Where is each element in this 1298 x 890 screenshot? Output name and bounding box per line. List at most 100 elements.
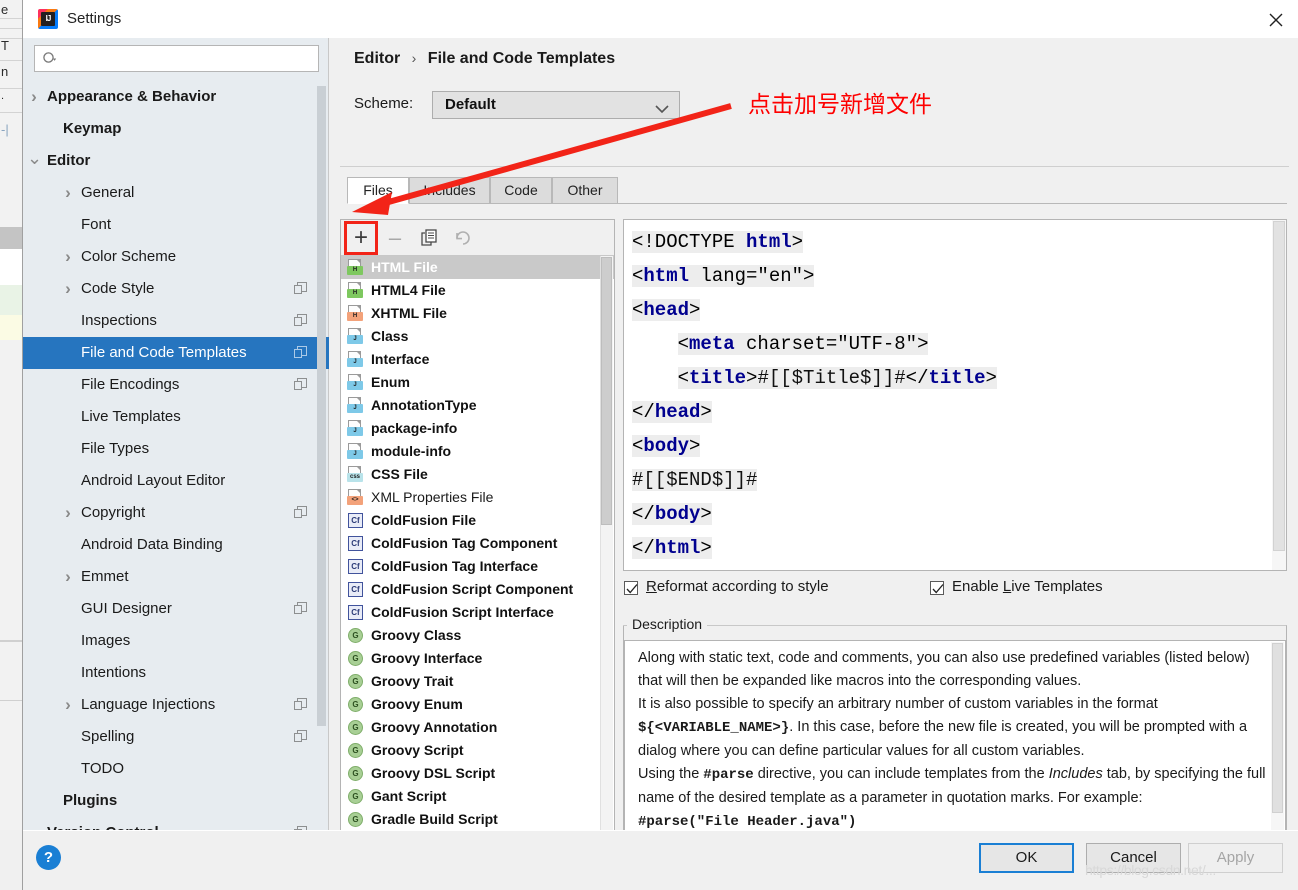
list-item[interactable]: J AnnotationType bbox=[341, 394, 614, 417]
list-item[interactable]: J Enum bbox=[341, 371, 614, 394]
chevron-right-icon[interactable]: › bbox=[61, 241, 75, 273]
breadcrumb-current: File and Code Templates bbox=[427, 50, 616, 67]
list-item[interactable]: Cf ColdFusion Tag Interface bbox=[341, 555, 614, 578]
sidebar-item-copyright[interactable]: › Copyright bbox=[23, 497, 329, 529]
sidebar-item-version-control[interactable]: › Version Control bbox=[23, 817, 329, 830]
list-item[interactable]: Jpackage-info bbox=[341, 417, 614, 440]
template-code-content[interactable]: <!DOCTYPE html> <html lang="en"> <head> <m… bbox=[632, 225, 1270, 565]
template-tabs[interactable]: Files Includes Code Other bbox=[347, 177, 1287, 204]
sidebar-item-color-scheme[interactable]: › Color Scheme bbox=[23, 241, 329, 273]
chevron-right-icon[interactable]: › bbox=[27, 817, 41, 830]
list-item[interactable]: H HTML4 File bbox=[341, 279, 614, 302]
tab-other[interactable]: Other bbox=[552, 177, 618, 204]
sidebar-item-language-injections[interactable]: › Language Injections bbox=[23, 689, 329, 721]
templates-scrollbar-thumb[interactable] bbox=[601, 257, 612, 525]
sidebar-item-android-data-binding[interactable]: Android Data Binding bbox=[23, 529, 329, 561]
sidebar-item-file-and-code-templates[interactable]: File and Code Templates bbox=[23, 337, 329, 369]
list-item[interactable]: G Groovy Script bbox=[341, 739, 614, 762]
chevron-down-icon[interactable]: ⌄ bbox=[27, 145, 42, 177]
sidebar-item-spelling[interactable]: Spelling bbox=[23, 721, 329, 753]
divider bbox=[340, 166, 1289, 167]
sidebar-item-images[interactable]: Images bbox=[23, 625, 329, 657]
sidebar-item-appearance-behavior[interactable]: › Appearance & Behavior bbox=[23, 81, 329, 113]
copy-scheme-icon bbox=[294, 730, 307, 743]
chevron-right-icon[interactable]: › bbox=[61, 273, 75, 305]
java-enum-icon: J bbox=[347, 374, 364, 391]
sidebar-item-label: Android Layout Editor bbox=[81, 472, 226, 489]
help-icon[interactable]: ? bbox=[36, 845, 61, 870]
settings-tree[interactable]: › Appearance & Behavior Keymap ⌄ Editor › Gene… bbox=[23, 81, 329, 830]
sidebar-item-keymap[interactable]: Keymap bbox=[23, 113, 329, 145]
list-item[interactable]: G Groovy Interface bbox=[341, 647, 614, 670]
plus-icon[interactable]: + bbox=[347, 225, 375, 251]
close-icon[interactable] bbox=[1253, 0, 1298, 38]
list-item[interactable]: G Gant Script bbox=[341, 785, 614, 808]
list-item[interactable]: J Class bbox=[341, 325, 614, 348]
copy-scheme-icon bbox=[294, 602, 307, 615]
list-item-label: CSS File bbox=[371, 466, 428, 482]
description-box[interactable]: Along with static text, code and comment… bbox=[624, 640, 1286, 859]
sidebar-item-editor[interactable]: ⌄ Editor bbox=[23, 145, 329, 177]
list-item[interactable]: G Groovy Class bbox=[341, 624, 614, 647]
tab-code[interactable]: Code bbox=[490, 177, 552, 204]
breadcrumb-root[interactable]: Editor bbox=[354, 50, 400, 67]
breadcrumb: Editor › File and Code Templates bbox=[354, 50, 615, 68]
list-item-label: Enum bbox=[371, 374, 410, 390]
sidebar-item-plugins[interactable]: Plugins bbox=[23, 785, 329, 817]
sidebar-item-font[interactable]: Font bbox=[23, 209, 329, 241]
search-box[interactable] bbox=[34, 45, 319, 72]
sidebar-item-android-layout-editor[interactable]: Android Layout Editor bbox=[23, 465, 329, 497]
sidebar-item-todo[interactable]: TODO bbox=[23, 753, 329, 785]
sidebar-item-file-encodings[interactable]: File Encodings bbox=[23, 369, 329, 401]
list-item[interactable]: Cf ColdFusion Tag Component bbox=[341, 532, 614, 555]
list-item-label: package-info bbox=[371, 420, 458, 436]
editor-scrollbar-thumb[interactable] bbox=[1273, 221, 1285, 551]
css-file-icon: css bbox=[347, 466, 364, 483]
list-item-label: module-info bbox=[371, 443, 452, 459]
chevron-right-icon[interactable]: › bbox=[61, 177, 75, 209]
template-code-editor[interactable]: <!DOCTYPE html> <html lang="en"> <head> <m… bbox=[623, 219, 1287, 571]
list-item[interactable]: <> XML Properties File bbox=[341, 486, 614, 509]
sidebar-item-file-types[interactable]: File Types bbox=[23, 433, 329, 465]
list-item[interactable]: Jmodule-info bbox=[341, 440, 614, 463]
list-item[interactable]: Cf ColdFusion Script Interface bbox=[341, 601, 614, 624]
sidebar-item-label: General bbox=[81, 184, 135, 201]
sidebar-item-inspections[interactable]: Inspections bbox=[23, 305, 329, 337]
scheme-dropdown[interactable]: Default bbox=[432, 91, 680, 119]
copy-icon[interactable] bbox=[415, 225, 443, 251]
list-item[interactable]: Cf ColdFusion File bbox=[341, 509, 614, 532]
minus-icon[interactable]: – bbox=[381, 225, 409, 251]
sidebar-item-gui-designer[interactable]: GUI Designer bbox=[23, 593, 329, 625]
chevron-right-icon[interactable]: › bbox=[61, 561, 75, 593]
description-scrollbar-thumb[interactable] bbox=[1272, 643, 1283, 813]
nav-scrollbar-thumb[interactable] bbox=[317, 86, 326, 726]
list-item[interactable]: Cf ColdFusion Script Component bbox=[341, 578, 614, 601]
list-item[interactable]: G Groovy Trait bbox=[341, 670, 614, 693]
undo-icon[interactable] bbox=[449, 225, 477, 251]
tab-files[interactable]: Files bbox=[347, 177, 409, 204]
list-item[interactable]: G Groovy Enum bbox=[341, 693, 614, 716]
list-item[interactable]: J Interface bbox=[341, 348, 614, 371]
list-item[interactable]: css CSS File bbox=[341, 463, 614, 486]
java-package-info-icon: J bbox=[347, 420, 364, 437]
sidebar-item-emmet[interactable]: › Emmet bbox=[23, 561, 329, 593]
sidebar-item-intentions[interactable]: Intentions bbox=[23, 657, 329, 689]
ok-button[interactable]: OK bbox=[979, 843, 1074, 873]
list-item[interactable]: G Groovy Annotation bbox=[341, 716, 614, 739]
sidebar-item-label: Plugins bbox=[63, 792, 118, 809]
list-item[interactable]: H XHTML File bbox=[341, 302, 614, 325]
list-item[interactable]: H HTML File bbox=[341, 256, 614, 279]
sidebar-item-label: Android Data Binding bbox=[81, 536, 223, 553]
list-item[interactable]: G Groovy DSL Script bbox=[341, 762, 614, 785]
list-item[interactable]: G Gradle Build Script bbox=[341, 808, 614, 831]
java-class-icon: J bbox=[347, 328, 364, 345]
tab-includes[interactable]: Includes bbox=[409, 177, 490, 204]
chevron-right-icon[interactable]: › bbox=[61, 497, 75, 529]
sidebar-item-general[interactable]: › General bbox=[23, 177, 329, 209]
templates-list[interactable]: H HTML File H HTML4 File H XHTML File J Class J I… bbox=[341, 256, 614, 859]
sidebar-item-code-style[interactable]: › Code Style bbox=[23, 273, 329, 305]
search-input[interactable] bbox=[65, 46, 315, 71]
sidebar-item-live-templates[interactable]: Live Templates bbox=[23, 401, 329, 433]
chevron-right-icon[interactable]: › bbox=[27, 81, 41, 113]
chevron-right-icon[interactable]: › bbox=[61, 689, 75, 721]
